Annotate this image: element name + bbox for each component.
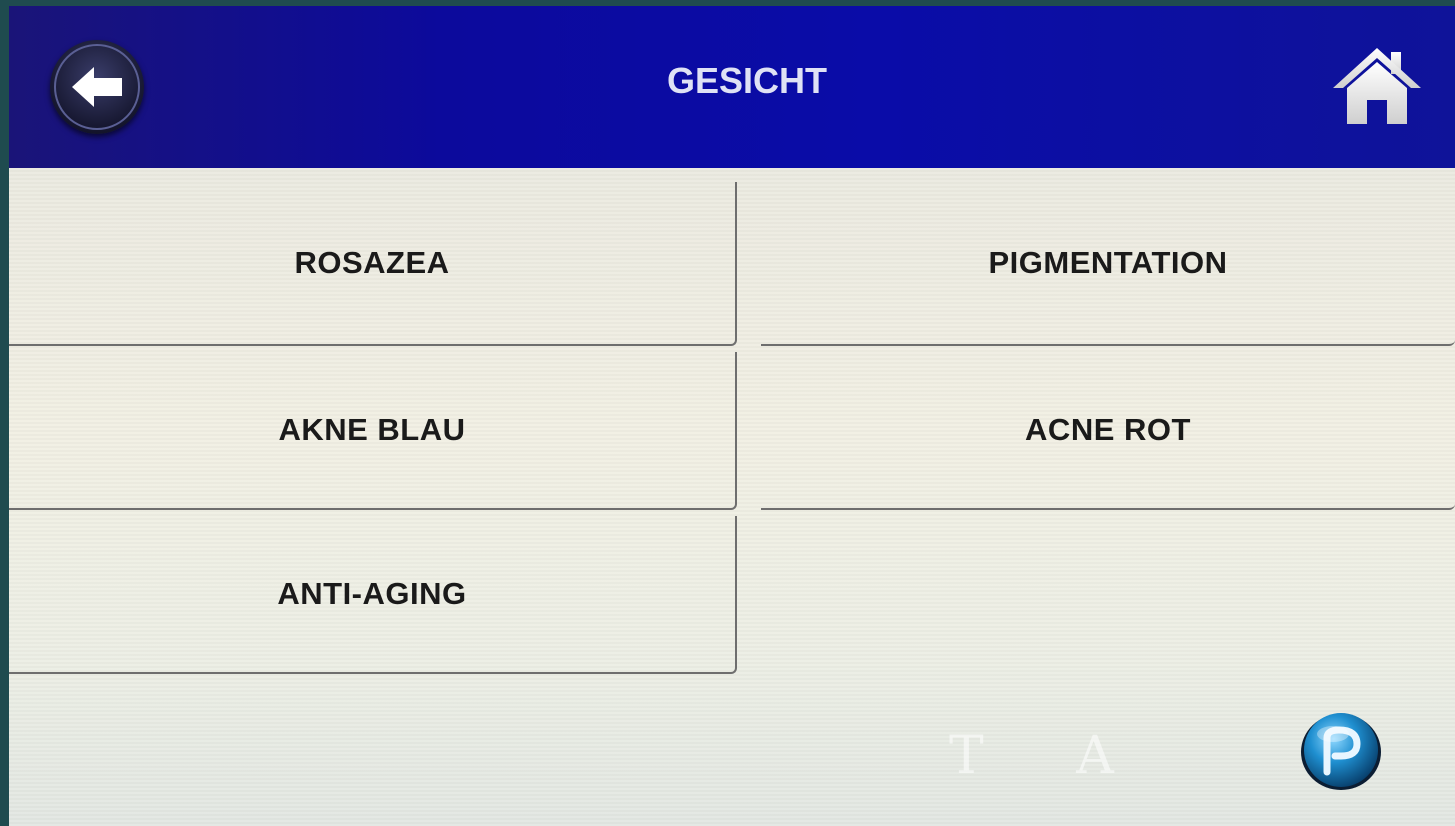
menu-area: ROSAZEA PIGMENTATION AKNE BLAU ACNE ROT …	[9, 168, 1455, 826]
device-bezel: GESICHT ROSAZEA PIGMENTATION AKNE BLAU A…	[0, 0, 1455, 826]
brand-logo-icon[interactable]	[1299, 708, 1383, 792]
menu-button-pigmentation[interactable]: PIGMENTATION	[761, 182, 1455, 346]
menu-button-label: ANTI-AGING	[277, 576, 467, 611]
menu-button-anti-aging[interactable]: ANTI-AGING	[9, 516, 737, 674]
menu-button-acne-rot[interactable]: ACNE ROT	[761, 352, 1455, 510]
home-icon	[1333, 48, 1421, 124]
menu-button-rosazea[interactable]: ROSAZEA	[9, 182, 737, 346]
menu-button-label: PIGMENTATION	[988, 245, 1228, 280]
home-button[interactable]	[1331, 44, 1423, 126]
menu-button-akne-blau[interactable]: AKNE BLAU	[9, 352, 737, 510]
menu-button-label: ACNE ROT	[1025, 412, 1191, 447]
touch-screen: GESICHT ROSAZEA PIGMENTATION AKNE BLAU A…	[9, 6, 1455, 826]
brand-watermark: T A	[949, 726, 1152, 786]
page-title: GESICHT	[666, 60, 827, 101]
menu-button-label: ROSAZEA	[294, 245, 450, 280]
header-bar: GESICHT	[9, 6, 1455, 168]
menu-button-label: AKNE BLAU	[278, 412, 466, 447]
